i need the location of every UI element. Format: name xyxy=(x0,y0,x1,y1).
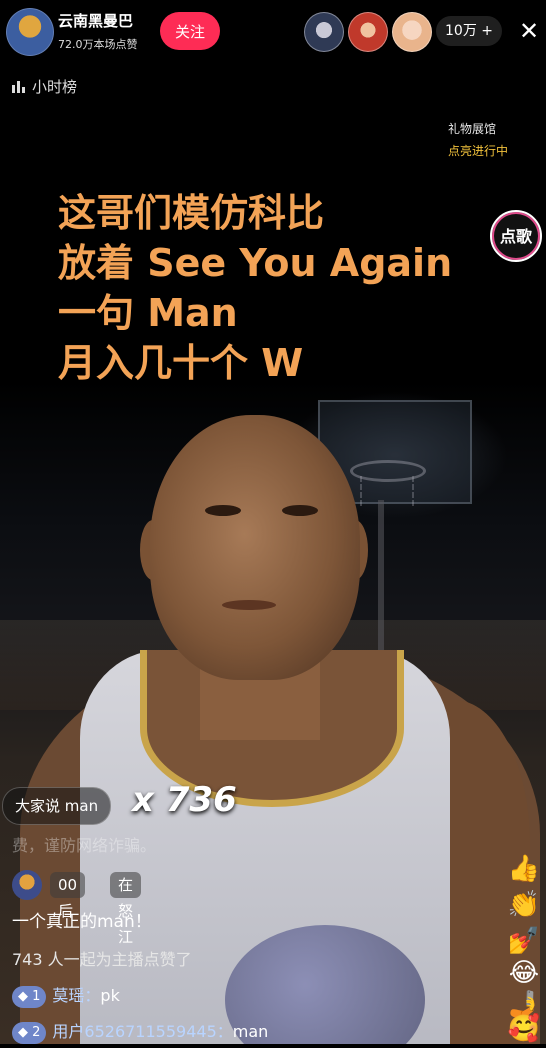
caption-line: 一句 Man xyxy=(58,291,238,335)
streamer-mouth xyxy=(222,600,276,610)
gift-hall-status[interactable]: 点亮进行中 xyxy=(448,142,508,159)
overlay-caption: 这哥们模仿科比 放着 See You Again 一句 Man 月入几十个 W xyxy=(58,188,452,388)
anchor-avatar[interactable] xyxy=(6,8,54,56)
caption-line: 月入几十个 W xyxy=(58,341,304,385)
viewer-avatar[interactable] xyxy=(304,12,344,52)
hourly-rank[interactable]: 小时榜 xyxy=(12,76,77,97)
gift-hall-label[interactable]: 礼物展馆 xyxy=(448,120,496,137)
laughing-icon: 😂 xyxy=(508,958,540,988)
chat-message: 一个真正的man！ xyxy=(12,912,152,932)
user-level-badge: ◆ 1 xyxy=(12,986,47,1008)
chat-text: pk xyxy=(100,986,120,1005)
rank-label: 小时榜 xyxy=(32,78,78,96)
rank-bars-icon xyxy=(12,81,25,93)
combo-count: x 736 xyxy=(132,780,237,820)
caption-line: 这哥们模仿科比 xyxy=(58,191,325,235)
viewer-count[interactable]: 10万 + xyxy=(436,16,502,46)
streamer-head xyxy=(150,415,360,680)
chat-username[interactable]: 用户6526711559445： xyxy=(52,1022,232,1041)
chat-row[interactable]: ◆ 1 莫瑶：pk xyxy=(12,982,120,1012)
safety-notice: 费，谨防网络诈骗。 xyxy=(12,836,157,855)
nail-polish-icon: 💅 xyxy=(507,926,541,956)
smiling-hearts-icon: 🥰 xyxy=(507,1014,541,1044)
streamer-eye xyxy=(205,505,241,516)
clap-icon: 👏 xyxy=(507,890,541,920)
basketball-net xyxy=(360,476,414,506)
user-level-badge: ◆ 2 xyxy=(12,1022,47,1044)
likes-notice: 743 人一起为主播点赞了 xyxy=(12,950,192,969)
viewer-avatar[interactable] xyxy=(348,12,388,52)
chat-text: man xyxy=(232,1022,269,1041)
age-badge: 00后 xyxy=(50,872,86,920)
streamer-eye xyxy=(282,505,318,516)
follow-button[interactable]: 关注 xyxy=(160,12,220,50)
caption-line: 放着 See You Again xyxy=(58,241,453,285)
viewer-avatar[interactable] xyxy=(12,870,42,900)
anchor-likes: 72.0万本场点赞 xyxy=(58,38,138,51)
anchor-name: 云南黑曼巴 xyxy=(58,12,134,30)
thumbs-up-icon: 👍 xyxy=(507,854,541,884)
viewer-avatar[interactable] xyxy=(392,12,432,52)
song-request-button[interactable]: 点歌 xyxy=(490,210,542,262)
combo-comment-pill[interactable]: 大家说 man xyxy=(2,787,112,825)
close-icon[interactable]: ✕ xyxy=(516,18,542,44)
chat-username[interactable]: 莫瑶： xyxy=(52,986,100,1005)
location-badge: 在怒江 xyxy=(110,872,142,946)
